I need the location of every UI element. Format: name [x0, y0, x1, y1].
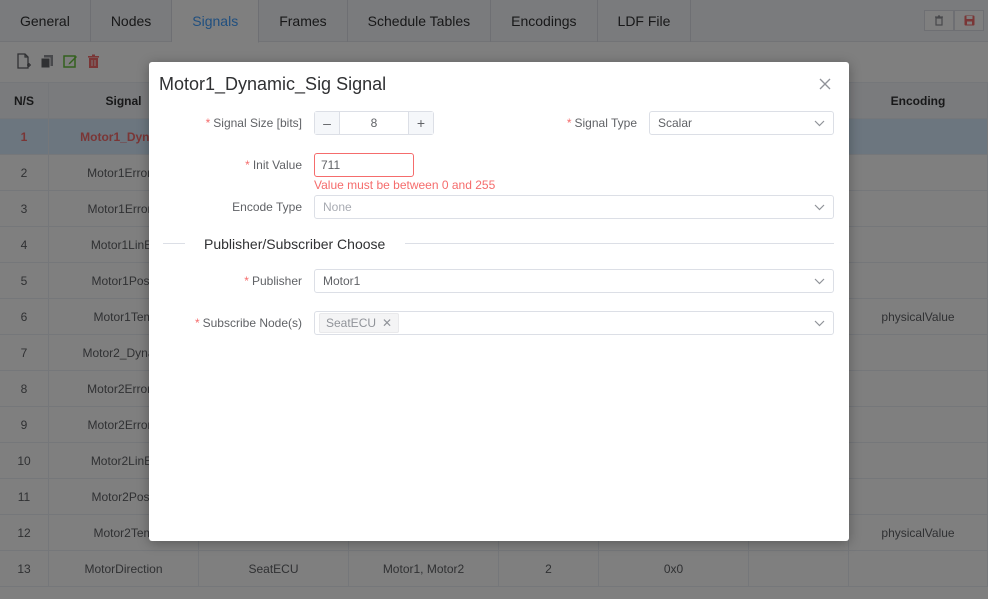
- encode-type-select[interactable]: None: [314, 195, 834, 219]
- required-asterisk: *: [205, 116, 211, 130]
- chevron-down-icon: [805, 120, 833, 127]
- encode-type-value: None: [323, 200, 352, 214]
- init-value-error: Value must be between 0 and 255: [314, 178, 496, 192]
- section-divider-left: [163, 243, 185, 244]
- subscribe-nodes-label-text: Subscribe Node(s): [202, 316, 302, 330]
- required-asterisk: *: [244, 274, 249, 288]
- chevron-down-icon: [805, 204, 833, 211]
- close-icon: [819, 78, 831, 90]
- publisher-value: Motor1: [323, 274, 361, 288]
- signal-size-label: * Signal Size [bits]: [206, 116, 302, 130]
- section-title: Publisher/Subscriber Choose: [204, 236, 386, 252]
- init-value-label: * Init Value: [245, 158, 302, 172]
- signal-size-increase-button[interactable]: +: [408, 112, 433, 134]
- dialog-close-button[interactable]: [817, 76, 833, 92]
- init-value-label-text: Init Value: [252, 158, 302, 172]
- init-value-text: 711: [321, 158, 341, 172]
- required-asterisk: *: [194, 316, 200, 330]
- init-value-input[interactable]: 711: [314, 153, 414, 177]
- signal-edit-dialog: Motor1_Dynamic_Sig Signal * Signal Size […: [149, 62, 849, 541]
- signal-type-label: * Signal Type: [567, 116, 637, 130]
- subscribe-tag: SeatECU ✕: [319, 313, 400, 333]
- publisher-label-text: Publisher: [251, 274, 302, 288]
- publisher-select[interactable]: Motor1: [314, 269, 834, 293]
- signal-size-value[interactable]: 8: [340, 112, 408, 134]
- encode-type-label-text: Encode Type: [232, 200, 302, 214]
- subscribe-tag-label: SeatECU: [326, 316, 377, 330]
- chevron-down-icon: [805, 278, 833, 285]
- signal-size-decrease-button[interactable]: –: [315, 112, 340, 134]
- signal-size-label-text: Signal Size [bits]: [213, 116, 302, 130]
- subscribe-tags: SeatECU ✕: [315, 313, 805, 333]
- dialog-title: Motor1_Dynamic_Sig Signal: [159, 74, 387, 94]
- signal-size-stepper[interactable]: – 8 +: [314, 111, 434, 135]
- chevron-down-icon: [805, 320, 833, 327]
- section-divider-right: [405, 243, 834, 244]
- required-asterisk: *: [245, 158, 250, 172]
- signal-type-value: Scalar: [658, 116, 693, 130]
- subscribe-nodes-select[interactable]: SeatECU ✕: [314, 311, 834, 335]
- publisher-label: * Publisher: [244, 274, 302, 288]
- required-asterisk: *: [566, 116, 572, 130]
- signal-type-label-text: Signal Type: [574, 116, 638, 130]
- subscribe-nodes-label: * Subscribe Node(s): [195, 316, 302, 330]
- encode-type-label: Encode Type: [232, 200, 302, 214]
- tag-remove-icon[interactable]: ✕: [382, 316, 392, 330]
- signal-type-select[interactable]: Scalar: [649, 111, 834, 135]
